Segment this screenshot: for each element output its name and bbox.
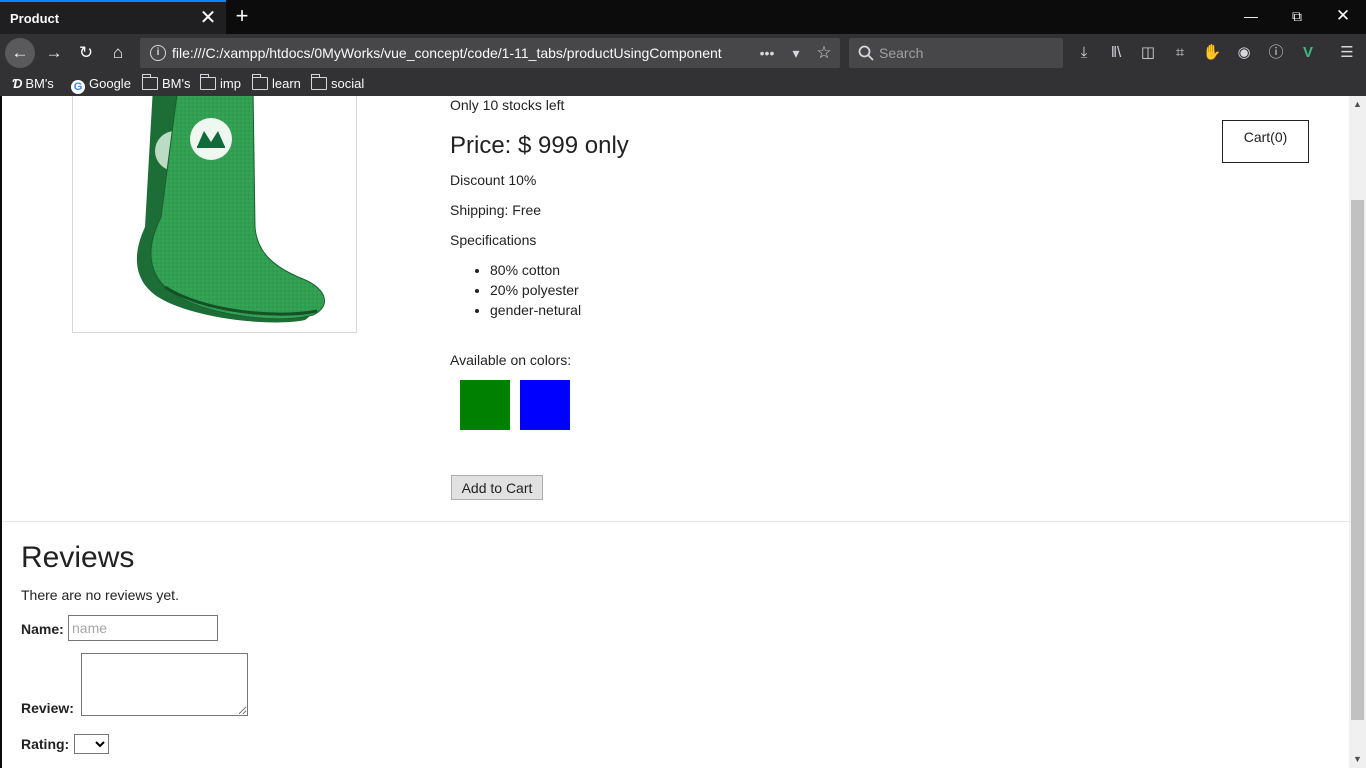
vertical-scrollbar[interactable]: ▲ ▼: [1349, 96, 1366, 768]
page-actions-icon[interactable]: •••: [757, 43, 777, 63]
scroll-up-icon[interactable]: ▲: [1349, 96, 1366, 113]
list-item: 20% polyester: [490, 282, 581, 302]
color-swatch-green[interactable]: [460, 380, 510, 430]
tab-strip: Product ✕ + — ⧉ ✕: [0, 0, 1366, 34]
window-close-icon[interactable]: ✕: [1320, 0, 1366, 34]
name-label: Name:: [21, 621, 64, 637]
section-divider: [2, 521, 1349, 522]
tab-product[interactable]: Product ✕: [0, 0, 226, 34]
folder-icon: [251, 74, 268, 90]
back-arrow-icon[interactable]: ←: [5, 38, 35, 68]
bms-logo-icon: Ɗ: [12, 76, 23, 91]
bookmark-label: BM's: [25, 76, 54, 91]
url-text[interactable]: file:///C:/xampp/htdocs/0MyWorks/vue_con…: [172, 45, 727, 63]
extension-info-icon[interactable]: ⓘ: [1265, 42, 1287, 64]
bookmark-star-icon[interactable]: ☆: [814, 43, 834, 63]
product-image: [72, 96, 357, 333]
green-socks-image: [136, 96, 325, 323]
google-icon: G: [71, 80, 85, 94]
new-tab-icon[interactable]: +: [230, 5, 254, 29]
bookmark-bms-1[interactable]: Ɗ BM's: [12, 75, 54, 93]
review-textarea[interactable]: [81, 653, 248, 716]
download-icon[interactable]: ⤓: [1073, 42, 1095, 64]
bookmarks-toolbar: Ɗ BM's G Google BM's imp learn social: [0, 72, 1366, 96]
rating-label: Rating:: [21, 736, 70, 752]
vue-devtools-icon[interactable]: V: [1297, 42, 1319, 64]
minimize-icon[interactable]: —: [1228, 0, 1274, 34]
stock-text: Only 10 stocks left: [450, 97, 565, 113]
bookmark-label: Google: [89, 76, 131, 91]
account-icon[interactable]: ◉: [1233, 42, 1255, 64]
bookmark-google[interactable]: G Google: [71, 75, 131, 94]
tab-close-icon[interactable]: ✕: [198, 8, 218, 28]
bookmark-folder-imp[interactable]: imp: [199, 74, 241, 93]
cart-counter: Cart(0): [1222, 120, 1309, 163]
restore-icon[interactable]: ⧉: [1274, 0, 1320, 34]
reload-icon[interactable]: ↻: [71, 38, 101, 68]
navigation-toolbar: ← → ↻ ⌂ i file:///C:/xampp/htdocs/0MyWor…: [0, 34, 1366, 72]
add-to-cart-button[interactable]: Add to Cart: [451, 475, 543, 500]
menu-icon[interactable]: ☰: [1336, 42, 1358, 64]
colors-heading: Available on colors:: [450, 352, 572, 368]
bookmark-folder-learn[interactable]: learn: [251, 74, 301, 93]
price-heading: Price: $ 999 only: [450, 132, 629, 159]
pocket-icon[interactable]: ▾: [786, 43, 806, 63]
sidebar-icon[interactable]: ◫: [1137, 42, 1159, 64]
scrollbar-thumb[interactable]: [1351, 200, 1364, 720]
search-input[interactable]: [879, 42, 1054, 64]
search-icon: [858, 45, 874, 61]
bookmark-folder-social[interactable]: social: [310, 74, 365, 93]
folder-icon: [199, 74, 216, 90]
name-input[interactable]: [68, 615, 218, 641]
folder-icon: [310, 74, 327, 90]
specifications-list: 80% cotton 20% polyester gender-netural: [490, 262, 581, 322]
shipping-text: Shipping: Free: [450, 202, 542, 218]
rating-select[interactable]: [74, 734, 109, 754]
no-reviews-text: There are no reviews yet.: [21, 587, 179, 603]
bookmark-label: imp: [220, 76, 241, 91]
list-item: 80% cotton: [490, 262, 581, 282]
list-item: gender-netural: [490, 302, 581, 322]
color-swatch-blue[interactable]: [520, 380, 570, 430]
reviews-heading: Reviews: [21, 541, 135, 574]
bookmark-label: social: [331, 76, 365, 91]
browser-chrome: Product ✕ + — ⧉ ✕ ← → ↻ ⌂ i file:///C:/x…: [0, 0, 1366, 96]
library-icon[interactable]: ‖\: [1105, 42, 1127, 64]
home-icon[interactable]: ⌂: [103, 38, 133, 68]
stop-hand-icon[interactable]: ✋: [1201, 42, 1223, 64]
folder-icon: [141, 74, 158, 90]
scroll-down-icon[interactable]: ▼: [1349, 751, 1366, 768]
specifications-heading: Specifications: [450, 232, 537, 248]
bookmark-label: BM's: [162, 76, 191, 91]
page-viewport: Only 10 stocks left Price: $ 999 only Di…: [0, 96, 1366, 768]
forward-arrow-icon[interactable]: →: [39, 38, 69, 68]
review-label: Review:: [21, 700, 74, 716]
url-bar[interactable]: i file:///C:/xampp/htdocs/0MyWorks/vue_c…: [140, 38, 840, 68]
bookmark-folder-bms[interactable]: BM's: [141, 74, 191, 93]
screenshot-icon[interactable]: ⌗: [1169, 42, 1191, 64]
discount-text: Discount 10%: [450, 172, 537, 188]
search-bar[interactable]: [849, 38, 1063, 68]
bookmark-label: learn: [272, 76, 301, 91]
tab-title: Product: [10, 11, 60, 26]
info-icon[interactable]: i: [150, 45, 166, 61]
